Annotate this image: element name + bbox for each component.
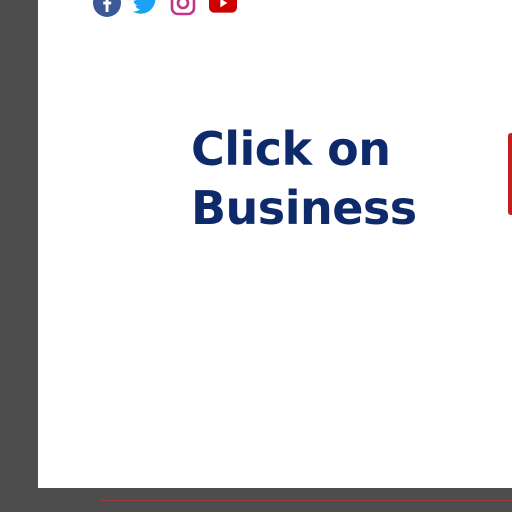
page-title: Click on Business — [191, 122, 417, 235]
youtube-icon[interactable] — [209, 0, 237, 17]
facebook-icon[interactable] — [93, 0, 121, 17]
instagram-icon[interactable] — [169, 0, 197, 17]
social-links — [93, 0, 237, 18]
divider-line — [100, 500, 512, 501]
red-side-tab[interactable] — [508, 133, 512, 215]
page-content: Click on Business — [38, 0, 512, 488]
twitter-icon[interactable] — [131, 0, 159, 17]
